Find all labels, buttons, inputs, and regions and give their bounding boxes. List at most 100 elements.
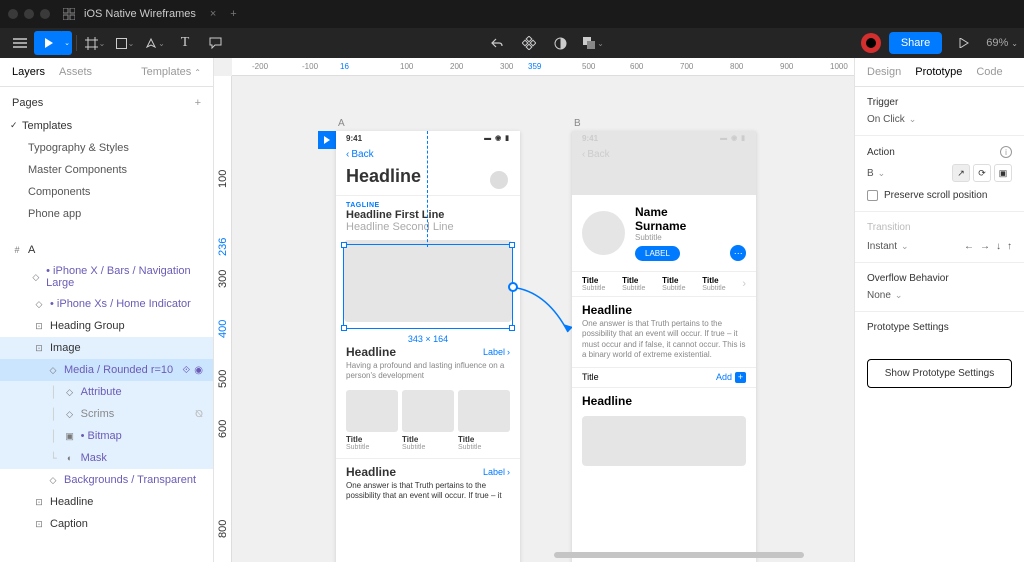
layers-tab[interactable]: Layers — [12, 66, 45, 78]
chevron-right-icon: › — [742, 278, 746, 290]
undo-icon[interactable] — [483, 31, 511, 55]
plus-icon: + — [735, 372, 746, 383]
prototype-tab[interactable]: Prototype — [915, 66, 962, 78]
diamond-icon: ◇ — [46, 365, 60, 376]
main-toolbar: ⌄ ⌄ ⌄ ⌄ T ⌄ Share 69% ⌄ — [0, 28, 1024, 58]
page-phone[interactable]: Phone app — [0, 203, 213, 225]
horizontal-scrollbar[interactable] — [554, 552, 804, 558]
pen-tool[interactable]: ⌄ — [141, 31, 169, 55]
group-icon: ⊡ — [32, 519, 46, 530]
thumb-item: TitleSubtitle — [458, 390, 510, 451]
layer-mask[interactable]: └◐Mask — [0, 447, 213, 469]
new-tab-button[interactable]: + — [230, 8, 236, 20]
layer-heading-group[interactable]: ⊡Heading Group — [0, 315, 213, 337]
action-label: Action — [867, 147, 895, 158]
assets-tab[interactable]: Assets — [59, 66, 92, 78]
diamond-icon: ◇ — [30, 272, 43, 283]
layer-backgrounds[interactable]: ◇Backgrounds / Transparent — [0, 469, 213, 491]
layer-scrims[interactable]: │◇Scrims⦰ — [0, 403, 213, 425]
profile-name: Name Surname — [635, 205, 720, 233]
status-bar: 9:41▬ ◉ ▮ — [336, 131, 520, 145]
grid-icon — [62, 7, 76, 21]
layer-bitmap[interactable]: │▣• Bitmap — [0, 425, 213, 447]
close-tab-icon[interactable]: × — [210, 8, 216, 20]
text-tool[interactable]: T — [171, 31, 199, 55]
document-tab[interactable]: iOS Native Wireframes × — [62, 7, 216, 21]
direction-up-icon[interactable]: ↑ — [1007, 241, 1012, 252]
layer-home-indicator[interactable]: ◇• iPhone Xs / Home Indicator — [0, 293, 213, 315]
direction-left-icon[interactable]: ← — [964, 241, 974, 252]
diamond-icon: ◇ — [63, 387, 77, 398]
component-icon[interactable] — [515, 31, 543, 55]
zoom-level[interactable]: 69% ⌄ — [986, 37, 1018, 49]
flow-start-icon[interactable] — [318, 131, 336, 149]
artboard-b-label[interactable]: B — [574, 118, 581, 129]
layer-caption[interactable]: ⊡Caption — [0, 513, 213, 535]
present-button[interactable] — [950, 31, 978, 55]
share-button[interactable]: Share — [889, 32, 942, 54]
page-typography[interactable]: Typography & Styles — [0, 137, 213, 159]
trigger-label: Trigger — [867, 97, 1012, 108]
layer-attribute[interactable]: │◇Attribute — [0, 381, 213, 403]
artboard-a[interactable]: 9:41▬ ◉ ▮ ‹Back Headline TAGLINE Headlin… — [336, 131, 520, 562]
shape-tool[interactable]: ⌄ — [111, 31, 139, 55]
more-icon: ⋯ — [730, 245, 746, 261]
swap-icon[interactable]: ⟳ — [973, 164, 991, 182]
page-templates[interactable]: Templates — [0, 115, 213, 137]
direction-down-icon[interactable]: ↓ — [996, 241, 1001, 252]
section-headline-2: Headline — [346, 465, 396, 479]
overflow-dropdown[interactable]: None — [867, 290, 1012, 301]
layer-image[interactable]: ⊡Image — [0, 337, 213, 359]
stat-item: TitleSubtitle — [622, 276, 662, 292]
mask-icon[interactable] — [547, 31, 575, 55]
artboard-b[interactable]: 9:41▬ ◉ ▮ ‹Back Name Surname Subtitle LA… — [572, 131, 756, 562]
direction-right-icon[interactable]: → — [980, 241, 990, 252]
action-target-dropdown[interactable]: B — [867, 168, 885, 179]
add-page-button[interactable]: + — [195, 97, 201, 109]
section-link-2: Label› — [483, 465, 510, 479]
layer-navbar[interactable]: ◇• iPhone X / Bars / Navigation Large — [0, 261, 213, 293]
big-image — [582, 416, 746, 466]
section-headline: Headline — [346, 345, 396, 359]
canvas[interactable]: -200 -100 16 100 200 300 359 500 600 700… — [214, 58, 854, 562]
profile-avatar — [582, 211, 625, 255]
navigate-icon[interactable]: ↗ — [952, 164, 970, 182]
document-name: iOS Native Wireframes — [84, 8, 196, 20]
frame-tool[interactable]: ⌄ — [81, 31, 109, 55]
show-prototype-settings-button[interactable]: Show Prototype Settings — [867, 359, 1012, 388]
page-master[interactable]: Master Components — [0, 159, 213, 181]
visibility-icon[interactable]: ◉ — [194, 365, 203, 376]
artboard-header[interactable]: # A — [0, 239, 213, 261]
info-icon[interactable]: i — [1000, 146, 1012, 158]
trigger-dropdown[interactable]: On Click — [867, 114, 1012, 125]
diamond-icon: ◇ — [46, 475, 60, 486]
user-avatar[interactable] — [861, 33, 881, 53]
boolean-icon[interactable]: ⌄ — [579, 31, 607, 55]
play-tool[interactable] — [34, 31, 64, 55]
lock-icon[interactable]: ⟐ — [182, 365, 190, 376]
b-headline: Headline — [572, 297, 756, 319]
diamond-icon: ◇ — [63, 409, 77, 420]
comment-tool[interactable] — [201, 31, 229, 55]
back-button-b: ‹Back — [572, 145, 756, 164]
ruler-horizontal: -200 -100 16 100 200 300 359 500 600 700… — [232, 58, 854, 76]
row-title: Title — [582, 372, 599, 383]
preserve-scroll-checkbox[interactable]: Preserve scroll position — [867, 190, 1012, 201]
design-tab[interactable]: Design — [867, 66, 901, 78]
artboard-a-label[interactable]: A — [338, 118, 345, 129]
layer-headline[interactable]: ⊡Headline — [0, 491, 213, 513]
body-text: Having a profound and lasting influence … — [336, 361, 520, 386]
code-tab[interactable]: Code — [976, 66, 1002, 78]
templates-dropdown[interactable]: Templates⌃ — [141, 66, 201, 78]
selection-outline: 343 × 164 — [343, 244, 513, 329]
right-panel: Design Prototype Code Trigger On Click A… — [854, 58, 1024, 562]
layer-media-rounded[interactable]: ◇Media / Rounded r=10⟐◉ — [0, 359, 213, 381]
menu-button[interactable] — [6, 31, 34, 55]
hidden-icon[interactable]: ⦰ — [195, 409, 203, 420]
traffic-lights[interactable] — [8, 9, 50, 19]
page-components[interactable]: Components — [0, 181, 213, 203]
label-pill: LABEL — [635, 246, 680, 261]
group-icon: ⊡ — [32, 497, 46, 508]
transition-dropdown[interactable]: Instant — [867, 241, 909, 252]
overlay-icon[interactable]: ▣ — [994, 164, 1012, 182]
